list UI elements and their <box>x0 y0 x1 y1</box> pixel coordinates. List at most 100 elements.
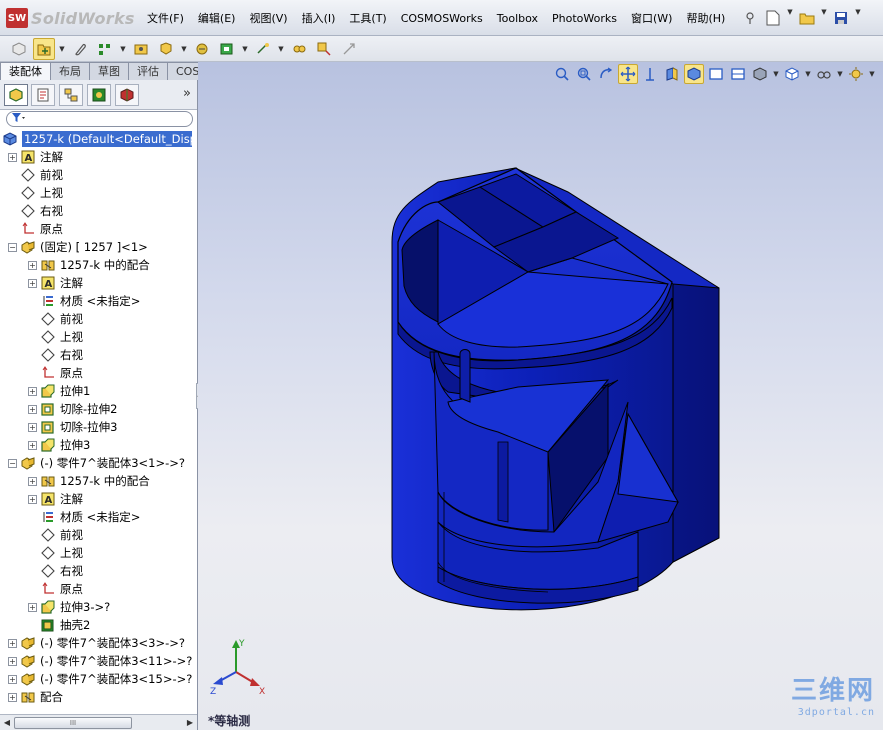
tree-item[interactable]: + 拉伸1 <box>28 382 90 400</box>
tree-filter-input[interactable] <box>6 111 193 127</box>
menu-view[interactable]: 视图(V) <box>242 10 294 28</box>
open-folder-icon[interactable] <box>797 8 817 28</box>
tree-item[interactable]: + (-) 零件7^装配体3<3>->? <box>8 634 185 652</box>
tree-item[interactable]: 原点 <box>28 364 83 382</box>
expand-icon[interactable]: + <box>28 440 37 450</box>
scrollbar-thumb[interactable]: III <box>14 717 132 729</box>
collapse-icon[interactable]: − <box>8 242 17 252</box>
chevron-right-icon[interactable]: » <box>183 86 191 101</box>
mate-icon[interactable] <box>69 38 91 60</box>
menu-insert[interactable]: 插入(I) <box>295 10 343 28</box>
open-dropdown-icon[interactable]: ▼ <box>820 8 828 28</box>
tree-item[interactable]: 抽壳2 <box>28 616 90 634</box>
tree-item[interactable]: 上视 <box>28 328 83 346</box>
move-dropdown-icon[interactable]: ▼ <box>180 45 188 53</box>
save-icon[interactable] <box>831 8 851 28</box>
menu-help[interactable]: 帮助(H) <box>679 10 732 28</box>
tree-root-assembly[interactable]: 1257-k (Default<Default_Disp <box>2 130 192 148</box>
tree-item[interactable]: + 切除-拉伸2 <box>28 400 117 418</box>
collapse-icon[interactable]: − <box>8 458 17 468</box>
tree-item[interactable]: 原点 <box>28 580 83 598</box>
menu-toolbox[interactable]: Toolbox <box>490 10 545 28</box>
expand-icon[interactable]: + <box>28 476 37 486</box>
pattern-dropdown-icon[interactable]: ▼ <box>119 45 127 53</box>
tree-item[interactable]: 前视 <box>28 310 83 328</box>
tree-item[interactable]: 右视 <box>28 562 83 580</box>
tree-item[interactable]: 前视 <box>8 166 63 184</box>
tab-layout[interactable]: 布局 <box>50 62 90 80</box>
tree-item[interactable]: + (-) 零件7^装配体3<11>->? <box>8 652 192 670</box>
appearance-tab[interactable] <box>115 84 139 106</box>
assembly-features-icon[interactable] <box>216 38 238 60</box>
linear-pattern-icon[interactable] <box>94 38 116 60</box>
display-manager-tab[interactable] <box>87 84 111 106</box>
expand-icon[interactable]: + <box>8 656 17 666</box>
features-dropdown-icon[interactable]: ▼ <box>241 45 249 53</box>
tree-item[interactable]: − (固定) [ 1257 ]<1> <box>8 238 148 256</box>
tree-item[interactable]: − (-) 零件7^装配体3<1>->? <box>8 454 185 472</box>
scroll-left-icon[interactable]: ◀ <box>1 717 13 729</box>
new-document-icon[interactable] <box>763 8 783 28</box>
expand-icon[interactable]: + <box>8 638 17 648</box>
tree-item[interactable]: 原点 <box>8 220 63 238</box>
expand-icon[interactable]: + <box>28 386 37 396</box>
expand-icon[interactable]: + <box>8 152 17 162</box>
menu-tools[interactable]: 工具(T) <box>342 10 393 28</box>
tree-item[interactable]: 材质 <未指定> <box>28 508 140 526</box>
tree-item[interactable]: +1257-k 中的配合 <box>28 256 150 274</box>
scroll-right-icon[interactable]: ▶ <box>184 717 196 729</box>
graphics-viewport[interactable]: ▼ ▼ ▼ ▼ Y X Z *等轴测 三维网 3dportal.cn <box>198 62 883 730</box>
tab-assembly[interactable]: 装配体 <box>0 62 51 80</box>
tree-item[interactable]: 上视 <box>28 544 83 562</box>
tree-item[interactable]: 右视 <box>8 202 63 220</box>
tree-item[interactable]: + A 注解 <box>28 274 83 292</box>
show-hidden-icon[interactable] <box>191 38 213 60</box>
tree-item[interactable]: + 拉伸3->? <box>28 598 110 616</box>
menu-photoworks[interactable]: PhotoWorks <box>545 10 624 28</box>
tree-item[interactable]: + A 注解 <box>8 148 63 166</box>
smart-fasteners-icon[interactable] <box>130 38 152 60</box>
configuration-manager-tab[interactable] <box>59 84 83 106</box>
menu-file[interactable]: 文件(F) <box>140 10 191 28</box>
save-dropdown-icon[interactable]: ▼ <box>854 8 862 28</box>
expand-icon[interactable]: + <box>28 404 37 414</box>
expand-icon[interactable]: + <box>28 278 37 288</box>
menu-edit[interactable]: 编辑(E) <box>191 10 243 28</box>
tree-item[interactable]: + 配合 <box>8 688 63 706</box>
pin-icon[interactable] <box>740 8 760 28</box>
filter-icon[interactable] <box>11 112 25 127</box>
new-dropdown-icon[interactable]: ▼ <box>786 8 794 28</box>
tree-item[interactable]: + 切除-拉伸3 <box>28 418 117 436</box>
edit-component-icon[interactable] <box>8 38 30 60</box>
expand-icon[interactable]: + <box>8 692 17 702</box>
insert-component-dropdown-icon[interactable]: ▼ <box>58 45 66 53</box>
explode-line-sketch-icon[interactable] <box>338 38 360 60</box>
expand-icon[interactable]: + <box>28 602 37 612</box>
exploded-view-icon[interactable] <box>313 38 335 60</box>
tab-evaluate[interactable]: 评估 <box>128 62 168 80</box>
tree-item[interactable]: + A 注解 <box>28 490 83 508</box>
expand-icon[interactable]: + <box>28 260 37 270</box>
reference-dropdown-icon[interactable]: ▼ <box>277 45 285 53</box>
tab-sketch[interactable]: 草图 <box>89 62 129 80</box>
tree-item[interactable]: 上视 <box>8 184 63 202</box>
tree-item[interactable]: + (-) 零件7^装配体3<15>->? <box>8 670 192 688</box>
expand-icon[interactable]: + <box>28 494 37 504</box>
move-component-icon[interactable] <box>155 38 177 60</box>
tree-item[interactable]: 右视 <box>28 346 83 364</box>
feature-manager-tab[interactable] <box>4 84 28 106</box>
3d-model-canvas[interactable] <box>198 62 883 730</box>
insert-component-icon[interactable] <box>33 38 55 60</box>
property-manager-tab[interactable] <box>31 84 55 106</box>
bill-of-materials-icon[interactable] <box>288 38 310 60</box>
expand-icon[interactable]: + <box>28 422 37 432</box>
expand-icon[interactable]: + <box>8 674 17 684</box>
tree-horizontal-scrollbar[interactable]: ◀ III ▶ <box>0 714 197 730</box>
menu-window[interactable]: 窗口(W) <box>624 10 679 28</box>
tree-item[interactable]: + 拉伸3 <box>28 436 90 454</box>
menu-cosmosworks[interactable]: COSMOSWorks <box>394 10 490 28</box>
tree-item[interactable]: +1257-k 中的配合 <box>28 472 150 490</box>
tree-item[interactable]: 前视 <box>28 526 83 544</box>
reference-geometry-icon[interactable] <box>252 38 274 60</box>
storage-box-model[interactable] <box>391 167 720 611</box>
